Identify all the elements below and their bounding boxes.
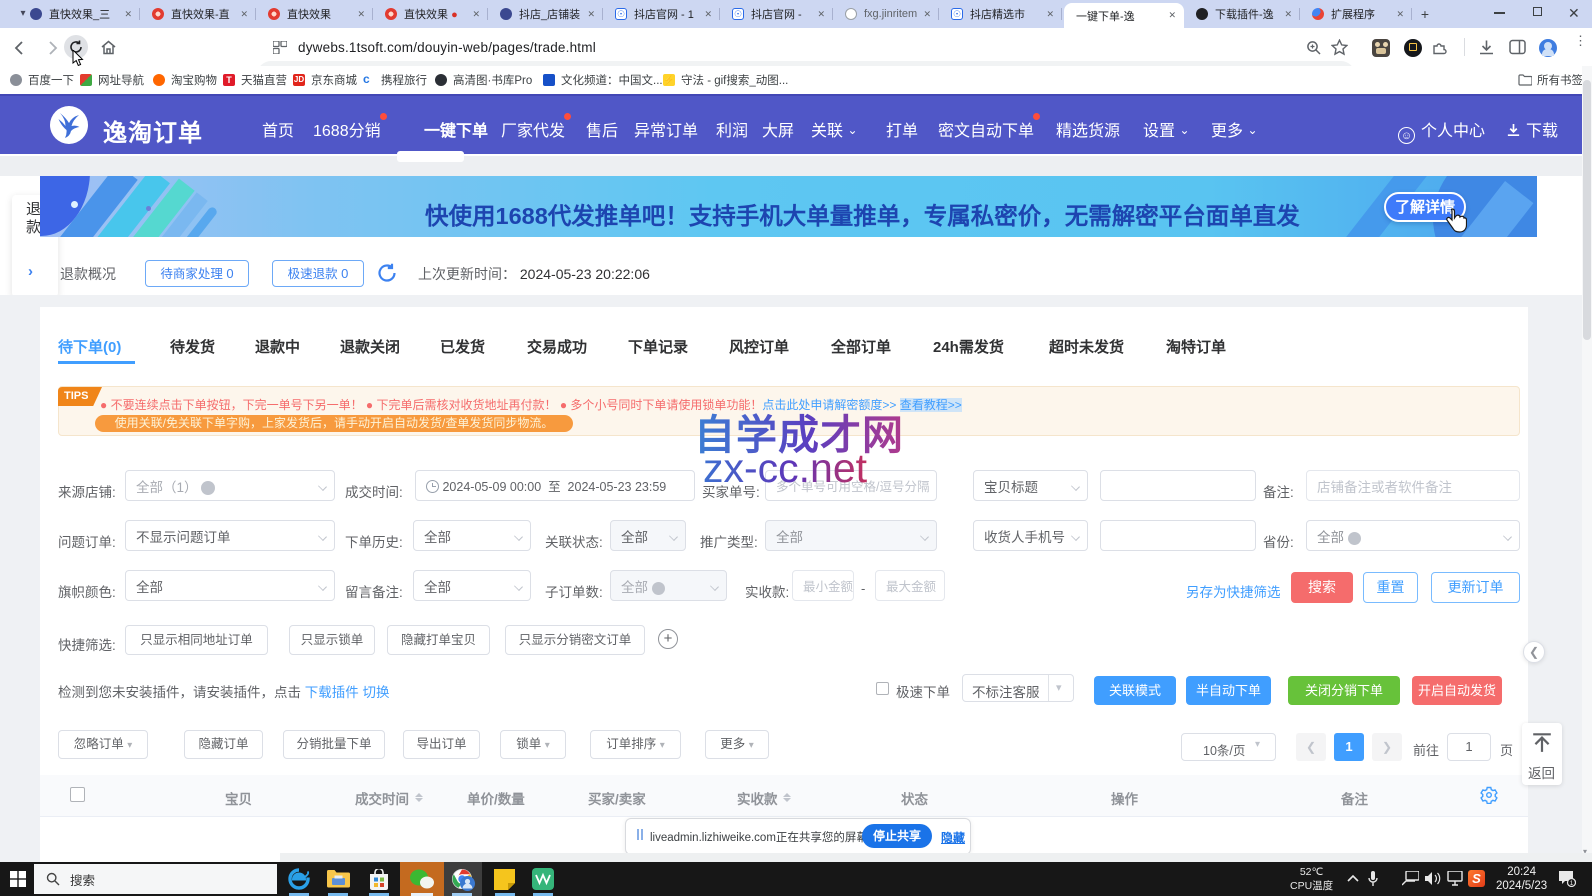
svg-text:1: 1 <box>1570 880 1574 887</box>
